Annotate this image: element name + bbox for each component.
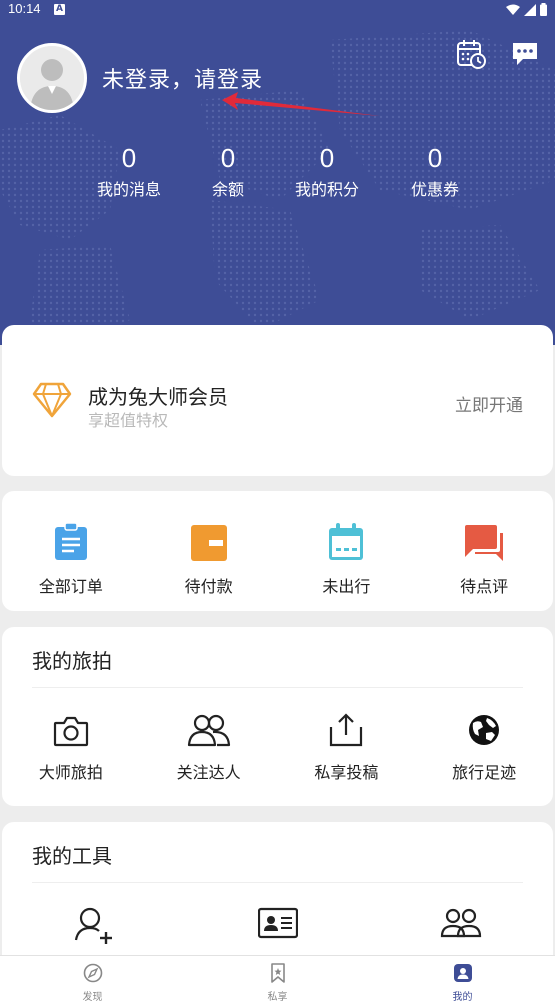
notification-a-icon: A: [54, 4, 65, 15]
travel-label: 私享投稿: [314, 763, 379, 782]
account-stats: 0 我的消息 0 余额 0 我的积分 0 优惠券: [0, 142, 555, 202]
vip-membership-card[interactable]: 成为兔大师会员 享超值特权 立即开通: [2, 325, 553, 476]
section-title: 我的旅拍: [32, 649, 112, 673]
calendar-icon: [329, 523, 364, 560]
tools-card: 我的工具: [2, 822, 553, 972]
nav-mine[interactable]: 我的: [370, 956, 555, 1002]
stat-label: 我的积分: [294, 180, 359, 199]
diamond-icon: [32, 382, 72, 418]
status-bar: 10:14 A: [0, 0, 555, 20]
globe-icon: [469, 715, 500, 745]
signal-icon: [524, 3, 536, 16]
vip-title: 成为兔大师会员: [88, 385, 228, 409]
pointer-arrow: [222, 92, 380, 116]
wifi-icon: [506, 4, 520, 15]
travel-photo-card: 我的旅拍 大师旅拍 关注达人 私享投稿 旅行足迹: [2, 627, 553, 806]
stat-value: 0: [220, 143, 236, 173]
chat-bubble-icon[interactable]: [509, 38, 541, 70]
bookmark-icon: [270, 963, 285, 983]
private-submit-button[interactable]: 私享投稿: [278, 711, 416, 783]
clipboard-icon: [54, 523, 87, 560]
divider: [32, 882, 523, 883]
stat-value: 0: [427, 143, 443, 173]
nav-label: 发现: [82, 992, 103, 1002]
order-shortcuts: 全部订单 待付款 未出行 待点评: [2, 517, 553, 597]
compass-icon: [83, 963, 102, 983]
travel-shortcuts: 大师旅拍 关注达人 私享投稿 旅行足迹: [2, 711, 553, 783]
upload-icon: [330, 713, 363, 747]
order-label: 全部订单: [38, 577, 103, 596]
default-avatar-icon: [20, 46, 84, 110]
calendar-clock-icon[interactable]: [455, 38, 487, 70]
tool-shortcuts: [2, 906, 553, 950]
stat-messages[interactable]: 0 我的消息: [79, 142, 179, 200]
stat-points[interactable]: 0 我的积分: [277, 142, 377, 200]
open-vip-button[interactable]: 立即开通: [455, 391, 523, 416]
status-icons: [506, 3, 547, 16]
add-user-icon: [74, 907, 112, 944]
group-icon: [441, 908, 482, 938]
users-icon: [187, 714, 230, 747]
all-orders-button[interactable]: 全部订单: [2, 517, 140, 597]
section-title: 我的工具: [32, 844, 112, 868]
status-time: 10:14: [8, 1, 41, 16]
stat-balance[interactable]: 0 余额: [178, 142, 278, 200]
profile-icon: [453, 964, 472, 982]
bottom-navigation: 发现 私享 我的: [0, 955, 555, 1002]
pending-payment-button[interactable]: 待付款: [140, 517, 278, 597]
add-friend-tool-button[interactable]: [2, 906, 186, 950]
nav-discover[interactable]: 发现: [0, 956, 185, 1002]
vip-subtitle: 享超值特权: [88, 411, 169, 430]
group-tool-button[interactable]: [369, 906, 553, 950]
profile-header: 10:14 A 未登录，请登录 0 我的消息 0 余额 0 我的积分 0 优惠券: [0, 0, 555, 345]
battery-icon: [540, 3, 547, 16]
divider: [32, 687, 523, 688]
travel-footprint-button[interactable]: 旅行足迹: [415, 711, 553, 783]
pending-review-button[interactable]: 待点评: [415, 517, 553, 597]
avatar[interactable]: [17, 43, 87, 113]
travel-label: 旅行足迹: [452, 763, 517, 782]
camera-icon: [53, 716, 88, 747]
nav-private[interactable]: 私享: [185, 956, 370, 1002]
id-card-tool-button[interactable]: [186, 906, 370, 950]
comment-icon: [465, 525, 504, 561]
stat-label: 优惠券: [410, 180, 459, 199]
travel-label: 大师旅拍: [38, 763, 103, 782]
stat-value: 0: [121, 143, 137, 173]
nav-label: 私享: [267, 992, 288, 1002]
stat-value: 0: [319, 143, 335, 173]
wallet-icon: [190, 525, 227, 561]
stat-label: 我的消息: [96, 180, 161, 199]
stat-label: 余额: [211, 180, 244, 199]
upcoming-trip-button[interactable]: 未出行: [278, 517, 416, 597]
follow-experts-button[interactable]: 关注达人: [140, 711, 278, 783]
order-label: 待付款: [184, 577, 233, 596]
travel-label: 关注达人: [176, 763, 241, 782]
order-label: 未出行: [322, 577, 371, 596]
orders-card: 全部订单 待付款 未出行 待点评: [2, 491, 553, 611]
order-label: 待点评: [460, 577, 509, 596]
nav-label: 我的: [452, 992, 473, 1002]
stat-coupons[interactable]: 0 优惠券: [385, 142, 485, 200]
master-photo-button[interactable]: 大师旅拍: [2, 711, 140, 783]
id-card-icon: [257, 907, 298, 939]
